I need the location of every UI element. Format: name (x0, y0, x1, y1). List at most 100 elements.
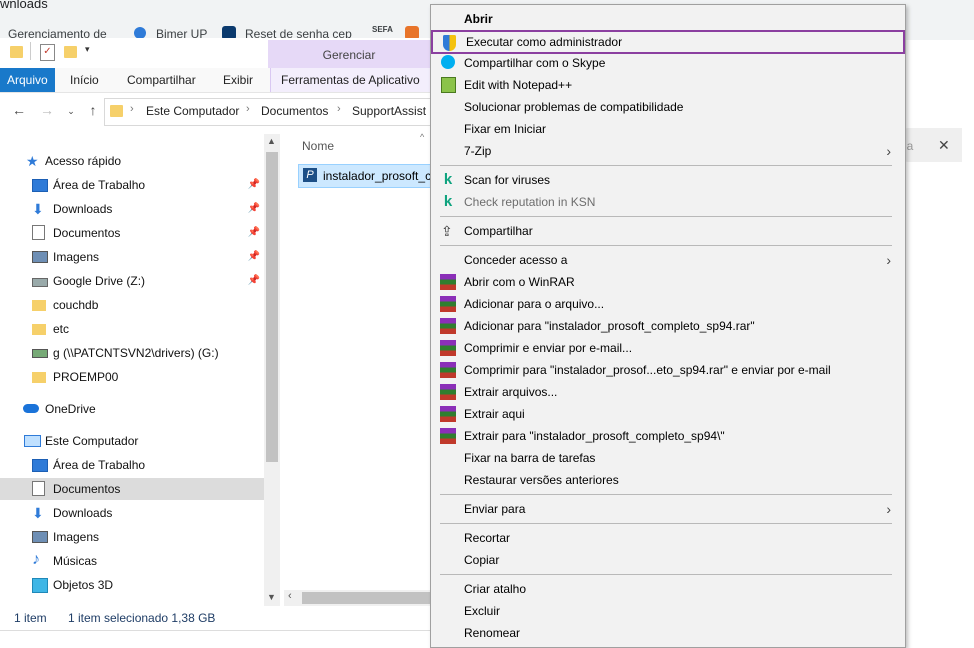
menu-item[interactable]: Excluir (431, 600, 903, 622)
tab-arquivo[interactable]: Arquivo (0, 68, 55, 92)
scroll-down-icon[interactable]: ▼ (267, 592, 276, 602)
menu-item[interactable]: Solucionar problemas de compatibilidade (431, 96, 903, 118)
breadcrumb-documentos[interactable]: Documentos (261, 104, 328, 118)
nav-label: Downloads (53, 506, 113, 520)
breadcrumb-supportassist[interactable]: SupportAssist (352, 104, 426, 118)
up-arrow-icon[interactable]: ↑ (84, 102, 102, 118)
menu-item[interactable]: Abrir (431, 8, 903, 30)
menu-item[interactable]: Enviar para › (431, 498, 903, 520)
pin-icon: 📌 (247, 203, 260, 214)
menu-item[interactable]: 7-Zip › (431, 140, 903, 162)
menu-item[interactable]: Comprimir e enviar por e-mail... (431, 337, 903, 359)
menu-item-label: Enviar para (464, 502, 526, 516)
winrar-icon (440, 318, 456, 334)
nav-item[interactable]: Google Drive (Z:) 📌 (0, 270, 264, 292)
menu-item[interactable]: Executar como administrador (431, 30, 905, 54)
menu-item[interactable]: Fixar em Iniciar (431, 118, 903, 140)
menu-item[interactable]: Recortar (431, 527, 903, 549)
breadcrumb-este-computador[interactable]: Este Computador (146, 104, 239, 118)
forward-arrow-icon[interactable]: → (38, 102, 56, 118)
menu-item-label: Restaurar versões anteriores (464, 473, 619, 487)
menu-item[interactable]: Compartilhar com o Skype (431, 52, 903, 74)
menu-item-label: Abrir com o WinRAR (464, 275, 575, 289)
nav-item[interactable]: Objetos 3D (0, 574, 264, 596)
nav-label: Músicas (53, 554, 98, 568)
tab-compartilhar[interactable]: Compartilhar (117, 68, 206, 92)
menu-item[interactable]: Conceder acesso a › (431, 249, 903, 271)
menu-item[interactable]: ⇪ Compartilhar (431, 220, 903, 242)
horizontal-scrollbar-thumb[interactable] (302, 592, 432, 604)
customize-toolbar-icon[interactable]: ▾ (85, 44, 90, 55)
folder-icon (32, 324, 46, 335)
nav-item[interactable]: Imagens (0, 526, 264, 548)
nav-item[interactable]: Documentos 📌 (0, 222, 264, 244)
menu-item[interactable]: Abrir com o WinRAR (431, 271, 903, 293)
shield-icon (443, 35, 456, 51)
nav-item[interactable]: couchdb (0, 294, 264, 316)
column-header-nome[interactable]: Nome (302, 139, 334, 153)
menu-item-label: Copiar (464, 553, 500, 567)
scroll-left-icon[interactable]: ‹ (288, 590, 292, 602)
share-icon: ⇪ (441, 223, 453, 239)
nav-item[interactable]: Documentos (0, 478, 264, 500)
nav-label: Área de Trabalho (53, 178, 146, 192)
menu-item-label: Scan for viruses (464, 173, 551, 187)
nav-item[interactable]: PROEMP00 (0, 366, 264, 388)
nav-scrollbar-thumb[interactable] (266, 152, 278, 462)
menu-item-label: Extrair aqui (464, 407, 525, 421)
submenu-chevron-icon: › (886, 143, 891, 159)
menu-item[interactable]: Fixar na barra de tarefas (431, 447, 903, 469)
nav-item[interactable]: ⬇ Downloads (0, 502, 264, 524)
nav-onedrive[interactable]: OneDrive (0, 398, 264, 420)
nav-label: Google Drive (Z:) (53, 274, 146, 288)
new-folder-icon[interactable] (64, 46, 77, 58)
nav-quick-access[interactable]: ★ Acesso rápido (0, 150, 264, 172)
winrar-icon (440, 384, 456, 400)
menu-item[interactable]: Copiar (431, 549, 903, 571)
menu-item[interactable]: k Check reputation in KSN (431, 191, 903, 213)
menu-item[interactable]: k Scan for viruses (431, 169, 903, 191)
properties-icon[interactable]: ✓ (40, 44, 55, 61)
nav-label: Documentos (53, 226, 121, 240)
sort-caret-icon: ^ (420, 132, 425, 142)
back-arrow-icon[interactable]: ← (10, 102, 28, 118)
tab-exibir[interactable]: Exibir (213, 68, 263, 92)
menu-item[interactable]: Comprimir para "instalador_prosof...eto_… (431, 359, 903, 381)
menu-item[interactable]: Extrair para "instalador_prosoft_complet… (431, 425, 903, 447)
menu-item-label: Compartilhar (464, 224, 533, 238)
nav-item[interactable]: etc (0, 318, 264, 340)
menu-item[interactable]: Adicionar para o arquivo... (431, 293, 903, 315)
pictures-icon (32, 251, 48, 263)
menu-item-label: Criar atalho (464, 582, 527, 596)
winrar-icon (440, 296, 456, 312)
menu-item[interactable]: Extrair arquivos... (431, 381, 903, 403)
folder-icon[interactable] (10, 46, 23, 58)
kaspersky-icon: k (443, 193, 453, 210)
tab-inicio[interactable]: Início (60, 68, 109, 92)
menu-item-label: Check reputation in KSN (464, 195, 596, 209)
winrar-icon (440, 274, 456, 290)
nav-item[interactable]: ♪ Músicas (0, 550, 264, 572)
document-icon (32, 481, 45, 496)
nav-este-computador[interactable]: Este Computador (0, 430, 264, 452)
nav-item[interactable]: Imagens 📌 (0, 246, 264, 268)
menu-item[interactable]: Renomear (431, 622, 903, 644)
divider (30, 42, 31, 60)
nav-item[interactable]: Área de Trabalho (0, 454, 264, 476)
scroll-up-icon[interactable]: ▲ (267, 136, 276, 146)
menu-item[interactable]: Adicionar para "instalador_prosoft_compl… (431, 315, 903, 337)
tab-ferramentas-aplicativo[interactable]: Ferramentas de Aplicativo (270, 68, 430, 92)
menu-item-label: Renomear (464, 626, 521, 640)
nav-item[interactable]: g (\\PATCNTSVN2\drivers) (G:) (0, 342, 264, 364)
menu-item[interactable]: Criar atalho (431, 578, 903, 600)
bookmark-sefa[interactable]: SEFA (372, 25, 393, 34)
status-selection: 1 item selecionado 1,38 GB (68, 611, 216, 625)
recent-locations-chevron-icon[interactable]: ⌄ (62, 106, 80, 117)
nav-item[interactable]: Área de Trabalho 📌 (0, 174, 264, 196)
menu-item[interactable]: Extrair aqui (431, 403, 903, 425)
menu-item[interactable]: Restaurar versões anteriores (431, 469, 903, 491)
folder-icon (110, 105, 123, 117)
close-icon[interactable]: ✕ (938, 137, 950, 154)
menu-item[interactable]: Edit with Notepad++ (431, 74, 903, 96)
nav-item[interactable]: ⬇ Downloads 📌 (0, 198, 264, 220)
